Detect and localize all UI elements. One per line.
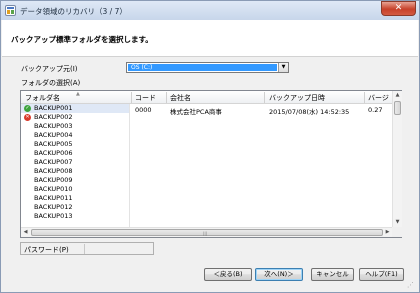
folder-name: BACKUP007 <box>34 158 73 166</box>
folder-row[interactable]: BACKUP006 <box>21 149 129 158</box>
column-header-code[interactable]: コード <box>135 93 156 103</box>
success-check-icon: ✓ <box>24 105 31 112</box>
detail-code: 0000 <box>135 106 152 114</box>
resize-grip-icon[interactable]: ⋰ <box>407 281 414 289</box>
folder-name: BACKUP003 <box>34 122 73 130</box>
folder-name: BACKUP008 <box>34 167 73 175</box>
scrollbar-corner <box>392 227 402 237</box>
title-bar[interactable]: データ領域のリカバリ（3 / 7） ✕ <box>1 1 419 20</box>
app-window-icon <box>5 5 16 16</box>
scroll-down-icon[interactable]: ▼ <box>393 218 402 227</box>
grip-icon: ||| <box>203 231 208 236</box>
password-field-group: パスワード(P) <box>20 242 154 255</box>
detail-company: 株式会社PCA商事 <box>170 108 222 116</box>
window-title: データ領域のリカバリ（3 / 7） <box>20 7 127 16</box>
column-divider[interactable] <box>264 92 265 103</box>
grid-header: フォルダ名 ▲ コード 会社名 バックアップ日時 バージ <box>21 91 392 104</box>
folder-row[interactable]: BACKUP010 <box>21 185 129 194</box>
folder-grid[interactable]: フォルダ名 ▲ コード 会社名 バックアップ日時 バージ ✓ BACKUP001… <box>20 90 402 238</box>
scroll-left-icon[interactable]: ◀ <box>21 228 30 237</box>
horizontal-scroll-thumb[interactable]: ||| <box>31 229 383 236</box>
folder-row[interactable]: BACKUP005 <box>21 140 129 149</box>
folder-name: BACKUP004 <box>34 131 73 139</box>
vertical-scroll-thumb[interactable] <box>394 101 401 115</box>
dialog-window: データ領域のリカバリ（3 / 7） ✕ バックアップ標準フォルダを選択します。 … <box>0 0 420 293</box>
detail-version: 0.27 <box>368 106 383 114</box>
column-divider[interactable] <box>364 92 365 103</box>
folder-name: BACKUP012 <box>34 203 73 211</box>
chevron-down-icon[interactable]: ▼ <box>278 63 288 72</box>
folder-row[interactable]: BACKUP003 <box>21 122 129 131</box>
folder-row[interactable]: BACKUP013 <box>21 212 129 221</box>
vertical-scrollbar[interactable]: ▲ ▼ <box>392 91 402 227</box>
detail-datetime: 2015/07/08(水) 14:52:35 <box>269 108 350 116</box>
column-header-folder[interactable]: フォルダ名 <box>25 93 60 103</box>
back-button[interactable]: ＜戻る(B) <box>204 268 252 281</box>
folder-name: BACKUP002 <box>34 113 73 121</box>
folder-row[interactable]: BACKUP009 <box>21 176 129 185</box>
folder-name: BACKUP009 <box>34 176 73 184</box>
column-header-datetime[interactable]: バックアップ日時 <box>269 93 325 103</box>
folder-name: BACKUP013 <box>34 212 73 220</box>
folder-row[interactable]: ✕ BACKUP002 <box>21 113 129 122</box>
column-header-version[interactable]: バージ <box>368 93 389 103</box>
folder-name: BACKUP001 <box>34 104 73 112</box>
password-input[interactable] <box>84 244 153 254</box>
folder-row[interactable]: BACKUP012 <box>21 203 129 212</box>
folder-name: BACKUP010 <box>34 185 73 193</box>
backup-source-value: OS (C:) <box>128 64 277 71</box>
folder-row[interactable]: BACKUP008 <box>21 167 129 176</box>
close-button[interactable]: ✕ <box>381 1 416 16</box>
folder-name: BACKUP011 <box>34 194 73 202</box>
sort-indicator-icon: ▲ <box>76 91 80 97</box>
column-divider[interactable] <box>131 92 132 103</box>
next-button[interactable]: 次へ(N)＞ <box>255 268 303 281</box>
folder-list[interactable]: ✓ BACKUP001 ✕ BACKUP002 BACKUP003 BACKUP… <box>21 104 130 227</box>
column-divider[interactable] <box>166 92 167 103</box>
help-button[interactable]: ヘルプ(F1) <box>359 268 404 281</box>
scroll-up-icon[interactable]: ▲ <box>393 91 402 100</box>
horizontal-scrollbar[interactable]: ◀ ||| ▶ <box>21 227 392 237</box>
folder-row[interactable]: ✓ BACKUP001 <box>21 104 129 113</box>
backup-source-label: バックアップ元(I) <box>21 65 78 73</box>
error-x-icon: ✕ <box>24 114 31 121</box>
folder-row[interactable]: BACKUP004 <box>21 131 129 140</box>
cancel-button[interactable]: キャンセル <box>311 268 354 281</box>
folder-name: BACKUP006 <box>34 149 73 157</box>
folder-name: BACKUP005 <box>34 140 73 148</box>
column-header-company[interactable]: 会社名 <box>170 93 191 103</box>
folder-row[interactable]: BACKUP007 <box>21 158 129 167</box>
page-heading: バックアップ標準フォルダを選択します。 <box>11 35 153 44</box>
backup-source-select[interactable]: OS (C:) ▼ <box>126 62 289 73</box>
folder-select-label: フォルダの選択(A) <box>21 79 81 87</box>
folder-row[interactable]: BACKUP011 <box>21 194 129 203</box>
password-label: パスワード(P) <box>24 246 69 254</box>
scroll-right-icon[interactable]: ▶ <box>383 228 392 237</box>
